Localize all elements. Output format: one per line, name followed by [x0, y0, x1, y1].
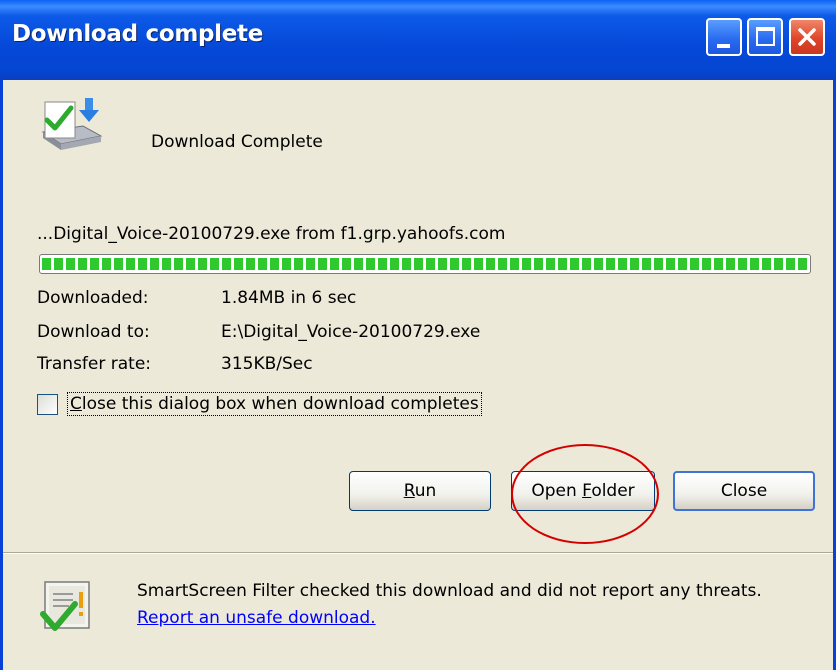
close-when-complete-checkbox[interactable] [37, 394, 58, 415]
download-to-label: Download to: [37, 322, 150, 342]
download-progress-bar [39, 254, 811, 274]
title-bar[interactable]: Download complete [0, 0, 836, 80]
report-unsafe-download-link[interactable]: Report an unsafe download. [137, 608, 376, 628]
separator [3, 552, 833, 554]
download-status-heading: Download Complete [151, 132, 323, 152]
minimize-button[interactable] [706, 18, 742, 56]
window-title: Download complete [12, 21, 264, 47]
open-folder-button[interactable]: Open Folder [511, 471, 655, 511]
download-to-value: E:\Digital_Voice-20100729.exe [221, 322, 481, 342]
file-description: ...Digital_Voice-20100729.exe from f1.gr… [37, 224, 506, 244]
run-button-rest: un [414, 481, 437, 501]
mnemonic-f: F [582, 481, 592, 501]
smartscreen-shield-icon [39, 580, 99, 640]
close-when-complete-label[interactable]: Close this dialog box when download comp… [67, 392, 482, 416]
close-window-button[interactable] [789, 18, 825, 56]
open-folder-part2: older [591, 481, 635, 501]
download-complete-dialog: Download complete Download Complete ...D… [0, 0, 836, 670]
downloaded-value: 1.84MB in 6 sec [221, 288, 357, 308]
close-icon [798, 28, 816, 46]
transfer-rate-label: Transfer rate: [37, 354, 152, 374]
smartscreen-text: SmartScreen Filter checked this download… [137, 581, 762, 601]
transfer-rate-value: 315KB/Sec [221, 354, 313, 374]
smartscreen-message: SmartScreen Filter checked this download… [137, 578, 797, 632]
progress-fill [42, 258, 808, 270]
run-button[interactable]: Run [349, 471, 491, 511]
close-when-complete-text: lose this dialog box when download compl… [81, 394, 479, 414]
minimize-icon [717, 44, 730, 48]
mnemonic-r: R [403, 481, 415, 501]
maximize-button[interactable] [747, 18, 783, 56]
close-button[interactable]: Close [673, 471, 815, 511]
download-complete-icon [37, 96, 107, 162]
mnemonic-c: C [70, 394, 82, 414]
downloaded-label: Downloaded: [37, 288, 149, 308]
maximize-icon [756, 27, 775, 46]
open-folder-part1: Open [531, 481, 583, 501]
